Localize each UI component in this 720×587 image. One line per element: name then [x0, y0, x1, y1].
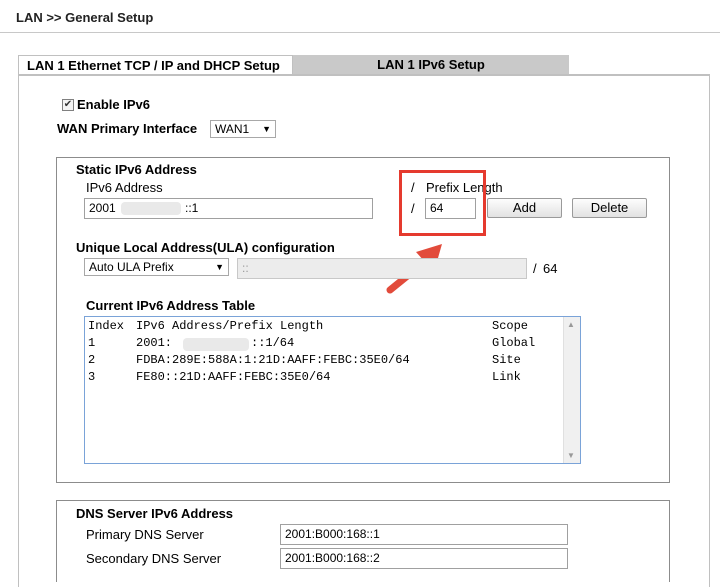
primary-dns-label: Primary DNS Server: [86, 527, 204, 542]
delete-button[interactable]: Delete: [572, 198, 647, 218]
row3-scope: Link: [492, 370, 521, 384]
table-scrollbar[interactable]: ▲ ▼: [563, 317, 580, 463]
row1-index: 1: [88, 336, 96, 350]
ula-mode-value: Auto ULA Prefix: [89, 260, 174, 274]
secondary-dns-input[interactable]: 2001:B000:168::2: [280, 548, 568, 569]
row1-address-suffix: ::1/64: [251, 336, 295, 350]
ipv6-address-suffix-text: ::1: [185, 201, 199, 215]
column-index-header: Index: [88, 319, 125, 333]
primary-dns-input[interactable]: 2001:B000:168::1: [280, 524, 568, 545]
secondary-dns-label: Secondary DNS Server: [86, 551, 222, 566]
row2-scope: Site: [492, 353, 521, 367]
redacted-region: [121, 202, 181, 215]
title-divider: [0, 32, 720, 33]
row1-address-prefix: 2001:: [136, 336, 173, 350]
ula-mode-select[interactable]: Auto ULA Prefix ▼: [84, 258, 229, 276]
ula-slash: /: [533, 261, 537, 276]
scroll-down-icon[interactable]: ▼: [567, 451, 575, 460]
ipv6-address-prefix-text: 2001: [89, 201, 116, 215]
ula-heading: Unique Local Address(ULA) configuration: [76, 240, 335, 255]
scroll-up-icon[interactable]: ▲: [567, 320, 575, 329]
ipv6-address-label: IPv6 Address: [86, 180, 163, 195]
page-title: LAN >> General Setup: [16, 10, 154, 25]
chevron-down-icon: ▼: [262, 124, 271, 134]
tab-lan1-ethernet-dhcp[interactable]: LAN 1 Ethernet TCP / IP and DHCP Setup: [18, 55, 293, 74]
add-button[interactable]: Add: [487, 198, 562, 218]
ipv6-address-input[interactable]: 2001 ::1: [84, 198, 373, 219]
chevron-down-icon: ▼: [215, 262, 224, 272]
row1-scope: Global: [492, 336, 536, 350]
redacted-region: [183, 338, 249, 351]
column-address-header: IPv6 Address/Prefix Length: [136, 319, 324, 333]
address-table[interactable]: Index IPv6 Address/Prefix Length Scope 1…: [84, 316, 581, 464]
enable-ipv6-label: Enable IPv6: [77, 97, 150, 112]
wan-primary-select[interactable]: WAN1 ▼: [210, 120, 276, 138]
row3-address: FE80::21D:AAFF:FEBC:35E0/64: [136, 370, 331, 384]
wan-primary-value: WAN1: [215, 122, 250, 136]
ula-prefix-input[interactable]: ::: [237, 258, 527, 279]
ula-prefix-length: 64: [543, 261, 558, 276]
address-table-heading: Current IPv6 Address Table: [86, 298, 256, 313]
prefix-highlight-box: [399, 170, 486, 236]
column-scope-header: Scope: [492, 319, 529, 333]
static-ipv6-heading: Static IPv6 Address: [76, 162, 197, 177]
tab-lan1-ipv6[interactable]: LAN 1 IPv6 Setup: [293, 55, 569, 74]
enable-ipv6-checkbox[interactable]: ✔: [62, 99, 74, 111]
row2-address: FDBA:289E:588A:1:21D:AAFF:FEBC:35E0/64: [136, 353, 410, 367]
dns-heading: DNS Server IPv6 Address: [76, 506, 234, 521]
row2-index: 2: [88, 353, 96, 367]
wan-primary-label: WAN Primary Interface: [57, 121, 198, 136]
row3-index: 3: [88, 370, 96, 384]
